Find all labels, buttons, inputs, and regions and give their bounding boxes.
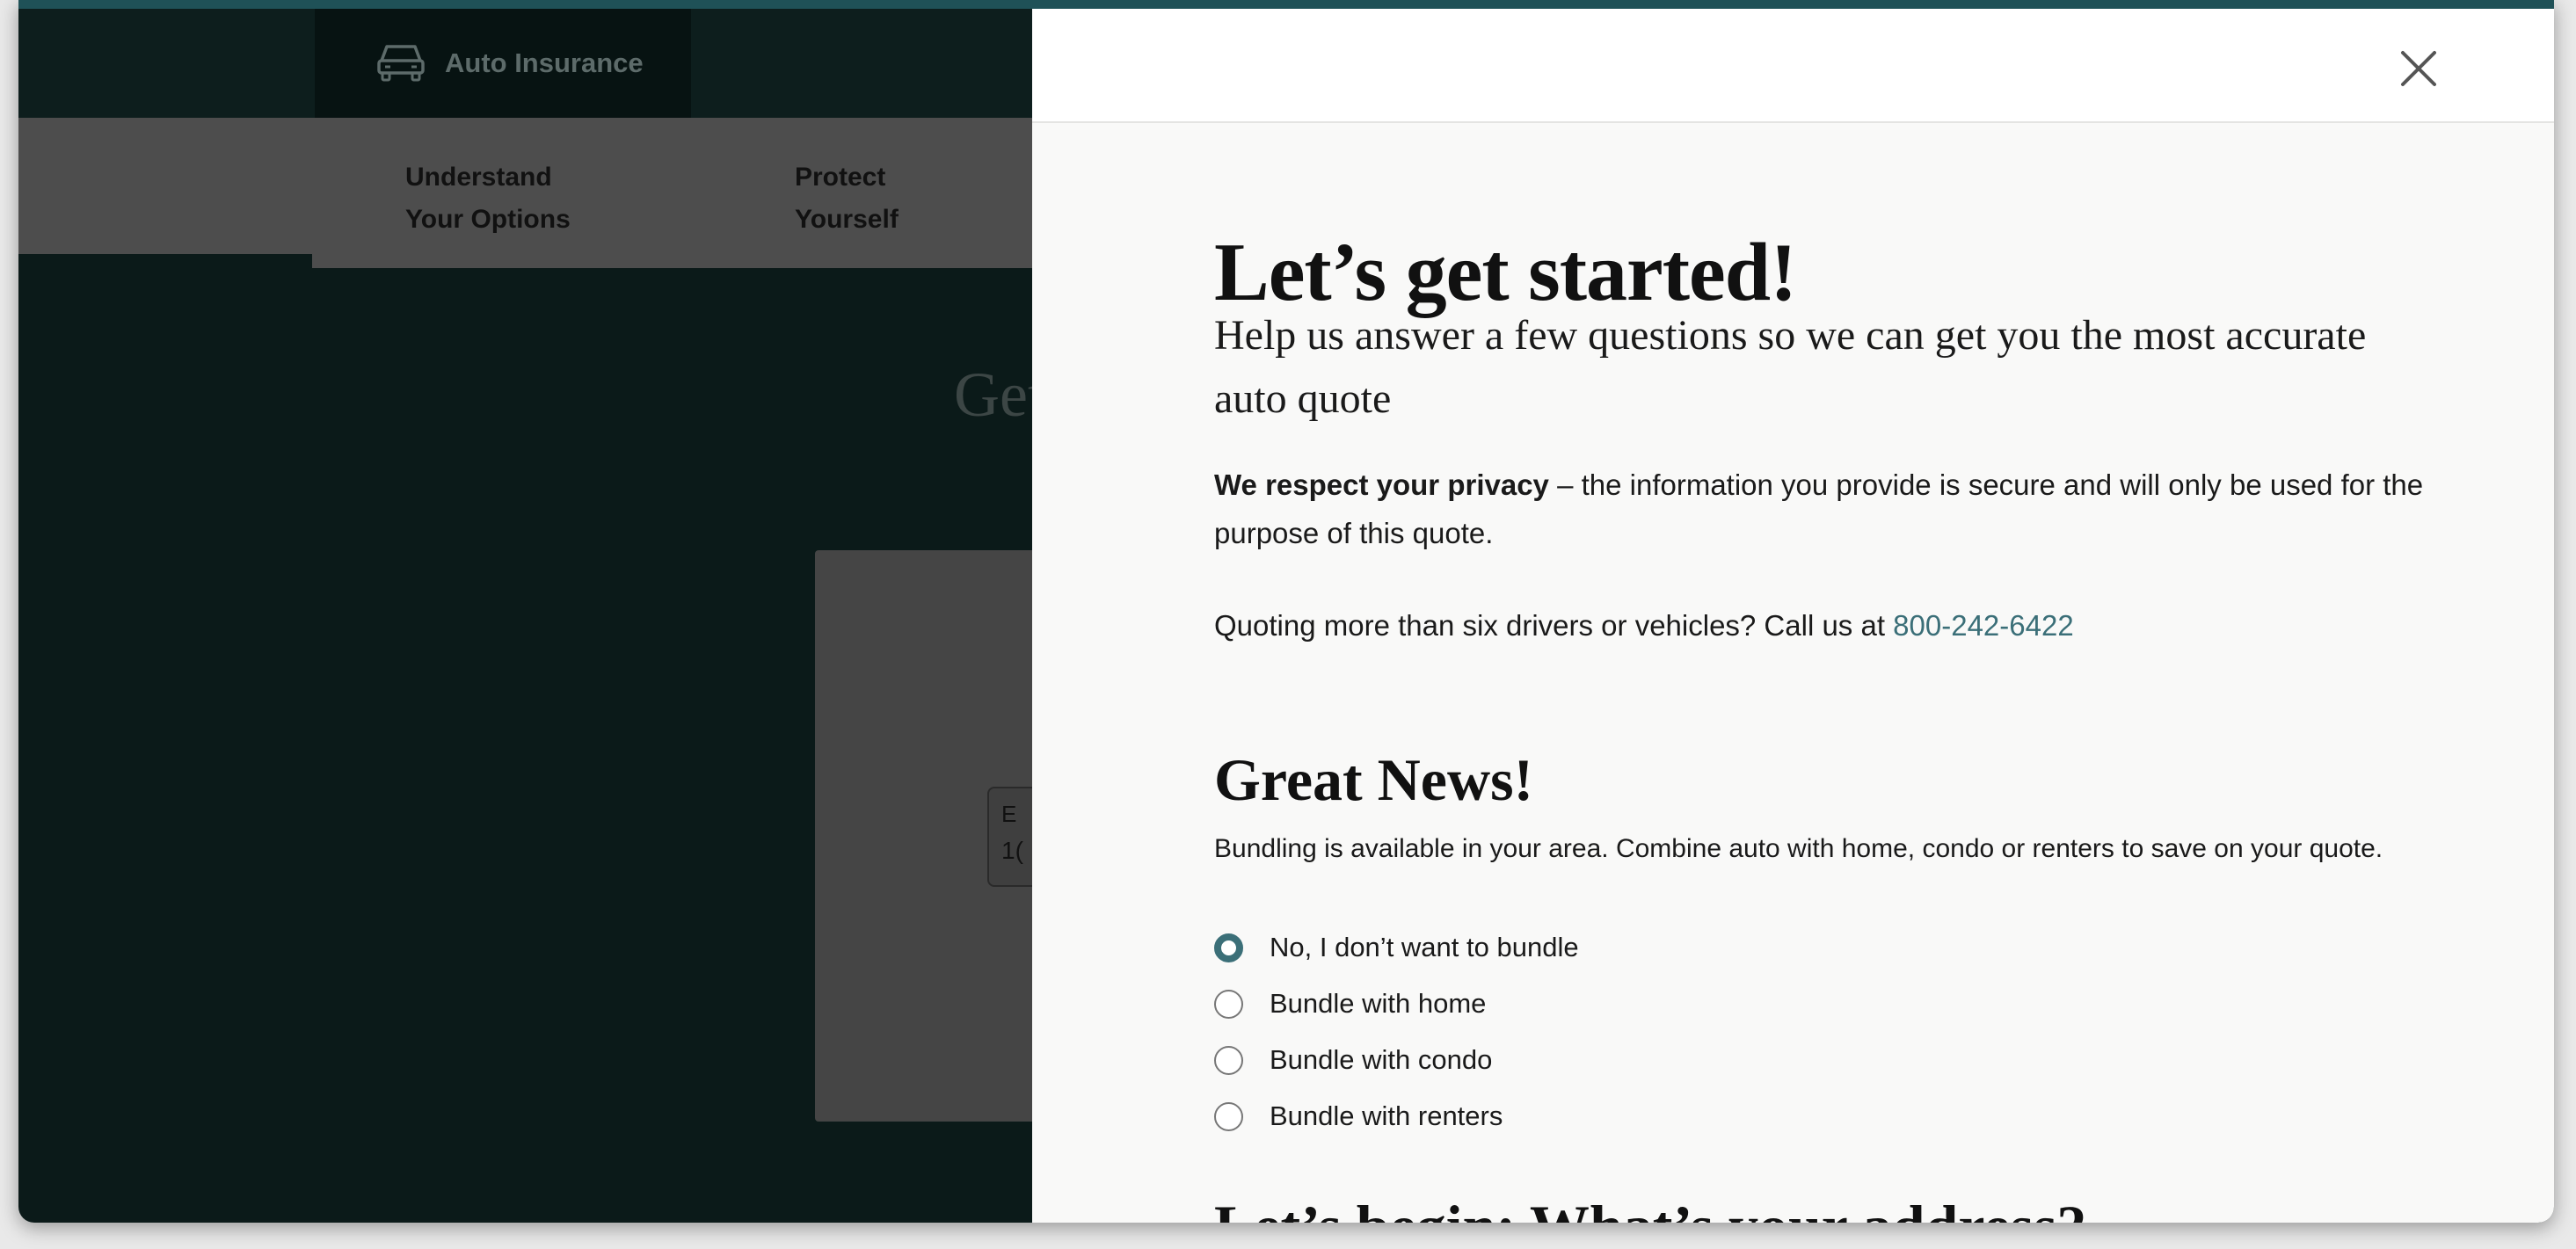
radio-no-bundle[interactable]: No, I don’t want to bundle: [1214, 930, 1579, 965]
subnav-line1: Protect: [795, 163, 886, 192]
radio-bundle-renters[interactable]: Bundle with renters: [1214, 1099, 1503, 1134]
modal-subtitle: Help us answer a few questions so we can…: [1214, 312, 2367, 422]
close-button[interactable]: [2392, 42, 2445, 95]
privacy-bold: We respect your privacy: [1214, 468, 1549, 501]
subnav-understand-options[interactable]: Understand Your Options: [405, 156, 634, 241]
tab-auto-insurance[interactable]: Auto Insurance: [315, 9, 691, 118]
subnav-line1: Understand: [405, 163, 552, 192]
car-icon: [376, 41, 426, 86]
subnav-line2: Yourself: [795, 205, 899, 234]
radio-bundle-condo[interactable]: Bundle with condo: [1214, 1042, 1492, 1078]
radio-button[interactable]: [1214, 1045, 1243, 1075]
radio-button[interactable]: [1214, 1101, 1243, 1131]
radio-bundle-home[interactable]: Bundle with home: [1214, 986, 1486, 1021]
address-heading: Let’s begin: What’s your address?: [1214, 1192, 2086, 1223]
modal-header: [1032, 9, 2554, 123]
quote-modal: Let’s get started! Help us answer a few …: [1032, 9, 2554, 1223]
radio-label: No, I don’t want to bundle: [1270, 932, 1579, 962]
close-icon: [2401, 51, 2436, 86]
browser-window: Auto Insurance Understand Your Options P…: [18, 0, 2554, 1223]
privacy-note: We respect your privacy – the informatio…: [1214, 461, 2445, 557]
radio-label: Bundle with condo: [1270, 1044, 1493, 1075]
quoting-text: Quoting more than six drivers or vehicle…: [1214, 609, 1894, 642]
radio-button[interactable]: [1214, 989, 1243, 1019]
background-input-value: 1(: [1001, 837, 1023, 864]
phone-link[interactable]: 800-242-6422: [1893, 609, 2074, 642]
top-accent-bar: [18, 0, 2554, 9]
radio-label: Bundle with home: [1270, 988, 1487, 1019]
tab-label: Auto Insurance: [445, 47, 644, 78]
subnav-line2: Your Options: [405, 205, 571, 234]
bundle-description: Bundling is available in your area. Comb…: [1214, 834, 2383, 863]
quoting-note: Quoting more than six drivers or vehicle…: [1214, 601, 2074, 650]
radio-button-selected[interactable]: [1214, 933, 1243, 962]
subnav-protect-yourself[interactable]: Protect Yourself: [795, 156, 1023, 241]
background-input-label: E: [1001, 801, 1017, 827]
radio-label: Bundle with renters: [1270, 1100, 1503, 1131]
great-news-heading: Great News!: [1214, 746, 1534, 813]
